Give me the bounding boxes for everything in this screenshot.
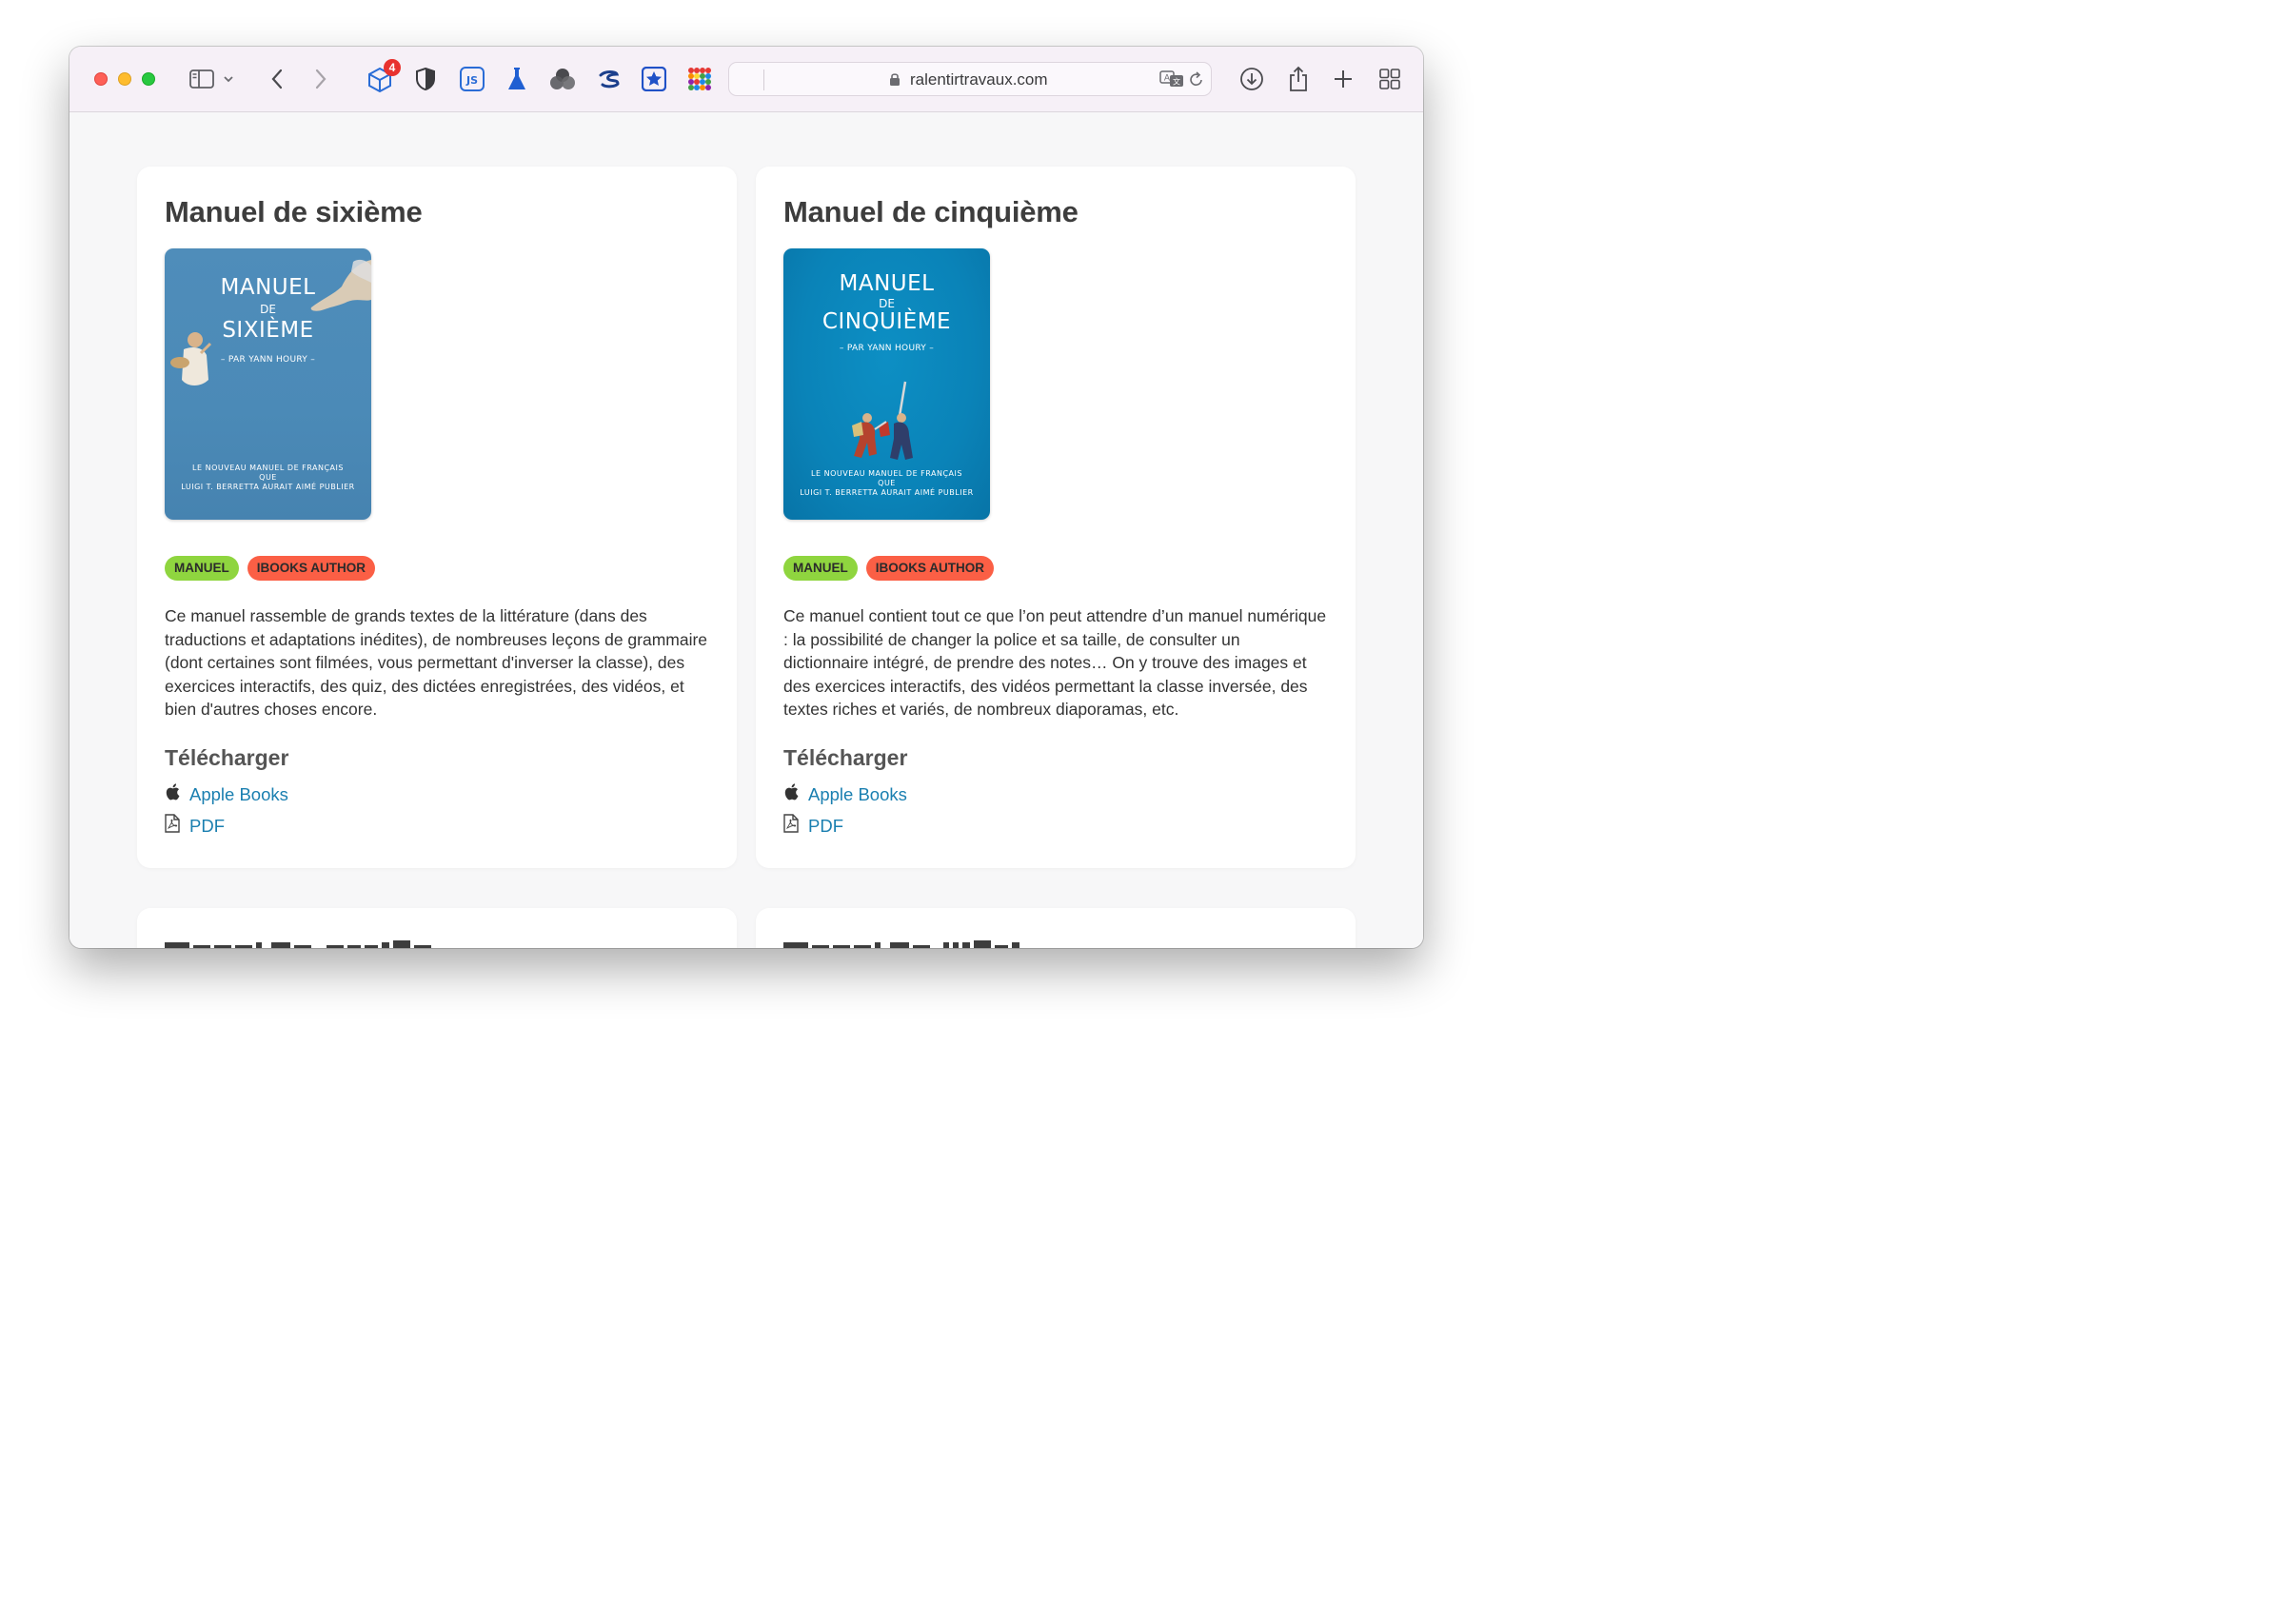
- cover-subtitle-line3: LUIGI T. BERRETTA AURAIT AIMÉ PUBLIER: [800, 488, 974, 497]
- cover-title-line2: DE: [879, 297, 895, 310]
- book-description: Ce manuel contient tout ce que l’on peut…: [783, 606, 1327, 720]
- tag-ibooks-author[interactable]: IBOOKS AUTHOR: [865, 556, 994, 581]
- book-cover-image[interactable]: MANUEL DE SIXIÈME – PAR YANN HOURY – LE …: [165, 248, 371, 520]
- book-title: Manuel de cinquième: [783, 195, 1079, 228]
- tab-overview-icon[interactable]: [1376, 66, 1403, 92]
- pdf-download: PDF: [783, 814, 843, 838]
- apple-books-download: Apple Books: [165, 783, 288, 805]
- extension-badge: 4: [384, 59, 401, 76]
- circles-extension-icon[interactable]: [549, 66, 576, 92]
- address-bar[interactable]: ralentirtravaux.com A文: [728, 62, 1212, 96]
- pdf-link[interactable]: PDF: [189, 816, 225, 837]
- book-title: Manuel de sixième: [165, 195, 423, 228]
- tag-manuel[interactable]: MANUEL: [783, 556, 858, 581]
- star-bookmark-icon[interactable]: [641, 66, 667, 92]
- tag-list: MANUEL IBOOKS AUTHOR: [783, 556, 994, 581]
- apple-icon: [783, 783, 799, 805]
- cover-author: – PAR YANN HOURY –: [839, 344, 935, 353]
- url-text: ralentirtravaux.com: [910, 70, 1048, 89]
- chevron-down-icon[interactable]: [222, 66, 235, 92]
- book-card-partial-right: [756, 908, 1356, 948]
- svg-text:文: 文: [1173, 77, 1180, 87]
- cover-subtitle-line2: QUE: [259, 473, 277, 482]
- apple-icon: [165, 783, 180, 805]
- zoom-window-button[interactable]: [142, 72, 155, 86]
- pdf-file-icon: [165, 814, 180, 838]
- svg-text:JS: JS: [465, 74, 478, 87]
- lock-icon: [889, 72, 901, 91]
- translate-icon[interactable]: A文: [1159, 70, 1184, 92]
- cover-title-line3: CINQUIÈME: [821, 309, 952, 334]
- page-content: Manuel de sixième MANUEL DE SIXIÈME – PA…: [69, 112, 1423, 948]
- pdf-file-icon: [783, 814, 799, 838]
- browser-toolbar: 4 JS ralentirtravaux.com A 文: [69, 47, 1423, 112]
- javascript-extension-icon[interactable]: JS: [459, 66, 485, 92]
- cover-subtitle-line1: LE NOUVEAU MANUEL DE FRANÇAIS: [192, 464, 344, 472]
- reload-icon[interactable]: [1189, 71, 1204, 92]
- flask-icon[interactable]: [504, 66, 530, 92]
- cube-extension-icon[interactable]: 4: [366, 59, 401, 92]
- cover-subtitle-line3: LUIGI T. BERRETTA AURAIT AIMÉ PUBLIER: [181, 483, 355, 491]
- forward-button[interactable]: [307, 66, 334, 92]
- shield-icon[interactable]: [412, 66, 439, 92]
- book-card-cinquieme: Manuel de cinquième MANUEL DE CINQUIÈME …: [756, 167, 1356, 868]
- tag-manuel[interactable]: MANUEL: [165, 556, 239, 581]
- swoosh-extension-icon[interactable]: [596, 66, 623, 92]
- cut-off-title: [165, 940, 431, 948]
- apple-books-link[interactable]: Apple Books: [808, 784, 907, 805]
- cut-off-title: [783, 940, 1019, 948]
- browser-window: 4 JS ralentirtravaux.com A 文 Manuel de s…: [69, 47, 1423, 948]
- book-description: Ce manuel rassemble de grands textes de …: [165, 606, 708, 720]
- book-card-sixieme: Manuel de sixième MANUEL DE SIXIÈME – PA…: [137, 167, 737, 868]
- cover-title-line1: MANUEL: [839, 271, 935, 296]
- pdf-link[interactable]: PDF: [808, 816, 843, 837]
- svg-text:A: A: [1164, 74, 1171, 84]
- book-card-partial-left: [137, 908, 737, 948]
- cover-subtitle-line2: QUE: [878, 479, 896, 487]
- download-heading: Télécharger: [783, 745, 908, 770]
- new-tab-icon[interactable]: [1330, 66, 1356, 92]
- cover-title-line1: MANUEL: [220, 275, 316, 300]
- apple-books-link[interactable]: Apple Books: [189, 784, 288, 805]
- download-heading: Télécharger: [165, 745, 289, 770]
- apps-grid-icon[interactable]: [686, 66, 713, 92]
- cover-title-line3: SIXIÈME: [222, 318, 314, 343]
- pdf-download: PDF: [165, 814, 225, 838]
- book-cover-image[interactable]: MANUEL DE CINQUIÈME – PAR YANN HOURY – L…: [783, 248, 990, 520]
- tag-list: MANUEL IBOOKS AUTHOR: [165, 556, 375, 581]
- downloads-icon[interactable]: [1238, 66, 1265, 92]
- back-button[interactable]: [264, 66, 290, 92]
- cover-illustration-knights: [852, 381, 913, 460]
- apple-books-download: Apple Books: [783, 783, 907, 805]
- tag-ibooks-author[interactable]: IBOOKS AUTHOR: [247, 556, 375, 581]
- cover-subtitle-line1: LE NOUVEAU MANUEL DE FRANÇAIS: [811, 469, 962, 478]
- cover-author: – PAR YANN HOURY –: [220, 355, 316, 365]
- address-bar-divider: [763, 69, 764, 90]
- close-window-button[interactable]: [94, 72, 108, 86]
- cover-title-line2: DE: [260, 303, 276, 316]
- minimize-window-button[interactable]: [118, 72, 131, 86]
- sidebar-toggle-icon[interactable]: [188, 66, 215, 92]
- share-icon[interactable]: [1285, 66, 1312, 92]
